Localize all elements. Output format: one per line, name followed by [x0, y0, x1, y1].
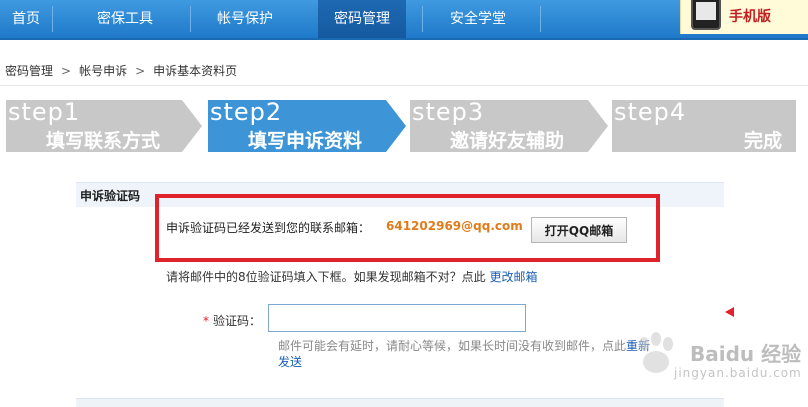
breadcrumb-link-account-appeal[interactable]: 帐号申诉	[79, 64, 127, 78]
nav-item-security-tools[interactable]: 密保工具	[60, 0, 190, 38]
nav-item-label: 密保工具	[97, 11, 153, 27]
code-hint: 请将邮件中的8位验证码填入下框。如果发现邮箱不对？点此 更改邮箱	[166, 268, 537, 285]
step-number: step1	[8, 98, 81, 126]
mobile-version-badge[interactable]: 手机版	[680, 0, 808, 34]
step-2: step2 填写申诉资料	[208, 98, 408, 152]
required-icon: *	[203, 314, 209, 328]
step-3: step3 邀请好友辅助	[410, 98, 610, 152]
contact-email: 641202969@qq.com	[386, 219, 523, 233]
divider	[0, 85, 808, 86]
phone-icon	[691, 0, 721, 30]
nav-item-account-protection[interactable]: 帐号保护	[190, 0, 300, 38]
delay-note-text: 邮件可能会有延时，请耐心等候，如果长时间没有收到邮件，点此	[278, 339, 627, 353]
step-title: 填写申诉资料	[248, 130, 363, 152]
delay-note: 邮件可能会有延时，请耐心等候，如果长时间没有收到邮件，点此重新 发送	[278, 338, 658, 370]
nav-divider	[422, 6, 423, 32]
top-nav: 首页 密保工具 帐号保护 密码管理 安全学堂 手机版	[0, 0, 808, 40]
open-qq-mail-button[interactable]: 打开QQ邮箱	[531, 217, 627, 243]
breadcrumb: 密码管理 > 帐号申诉 > 申诉基本资料页	[5, 62, 237, 79]
nav-item-label: 密码管理	[334, 11, 390, 27]
step-number: step4	[614, 98, 687, 126]
code-field-label-text: 验证码：	[213, 314, 262, 328]
nav-item-label: 安全学堂	[450, 11, 506, 27]
step-4: step4 完成	[612, 98, 796, 152]
warning-arrow-icon	[725, 307, 734, 317]
code-sent-message: 申诉验证码已经发送到您的联系邮箱：	[166, 221, 371, 235]
watermark-text: Baidu 经验	[690, 342, 802, 366]
chevron-right-icon: >	[135, 64, 146, 78]
step-number: step2	[210, 98, 283, 126]
section-title: 申诉验证码	[80, 189, 141, 203]
mobile-version-label: 手机版	[729, 9, 771, 25]
nav-divider	[540, 6, 541, 32]
step-title: 邀请好友辅助	[450, 130, 565, 152]
breadcrumb-link-password-management[interactable]: 密码管理	[5, 64, 53, 78]
step-1: step1 填写联系方式	[6, 98, 204, 152]
step-title: 完成	[744, 130, 783, 152]
nav-item-label: 帐号保护	[217, 11, 273, 27]
watermark-url: jingyan.baidu.com	[674, 366, 802, 380]
nav-item-label: 首页	[12, 11, 40, 27]
nav-item-password-management[interactable]: 密码管理	[318, 0, 406, 38]
change-email-link[interactable]: 更改邮箱	[489, 270, 537, 284]
step-title: 填写联系方式	[46, 130, 161, 152]
code-field-label: * 验证码：	[203, 312, 261, 329]
resend-link-continued[interactable]: 发送	[278, 355, 302, 369]
chevron-right-icon: >	[61, 64, 72, 78]
nav-item-home[interactable]: 首页	[0, 0, 52, 38]
nav-item-security-school[interactable]: 安全学堂	[428, 0, 528, 38]
breadcrumb-current: 申诉基本资料页	[153, 64, 238, 78]
verification-code-input[interactable]	[268, 304, 526, 332]
step-number: step3	[412, 98, 485, 126]
nav-divider	[52, 6, 53, 32]
code-hint-text: 请将邮件中的8位验证码填入下框。如果发现邮箱不对？点此	[166, 270, 486, 284]
